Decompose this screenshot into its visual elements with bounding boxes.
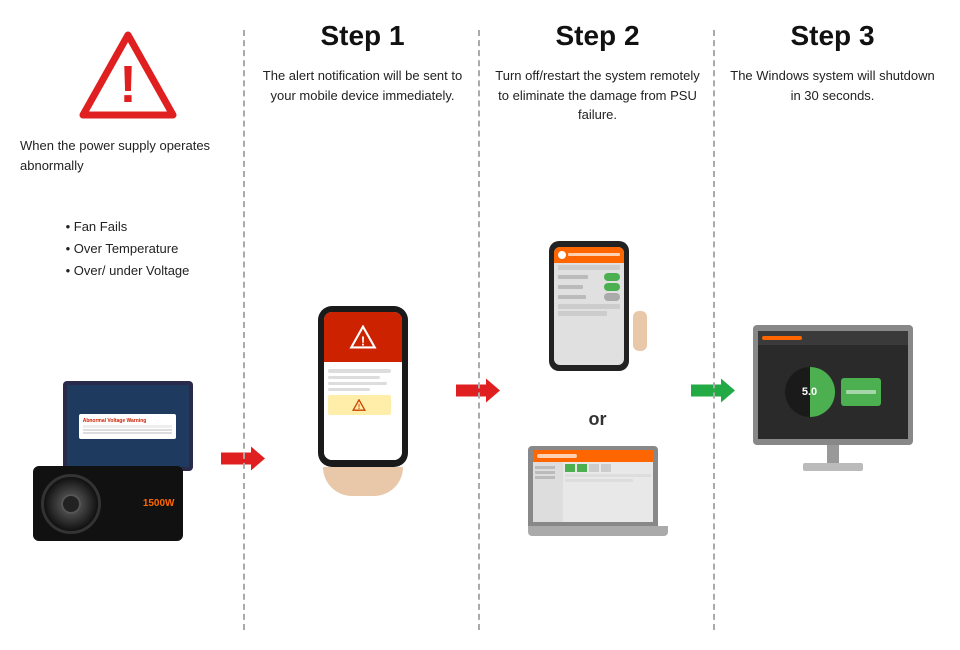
- hand-shape: [323, 467, 403, 496]
- laptop-content: [533, 462, 653, 522]
- status-grey-2: [601, 464, 611, 472]
- tp-row-1: [554, 272, 624, 282]
- tp-row-2: [554, 282, 624, 292]
- main-container: ! When the power supply operates abnorma…: [0, 0, 960, 650]
- screen-warning-content: Abnormal Voltage Warning: [67, 385, 189, 467]
- gauge-value: 5.0: [802, 386, 817, 398]
- phone-in-hand: ! !: [303, 296, 423, 496]
- ls-item-2: [535, 471, 555, 474]
- psu-box: 1500W: [33, 466, 183, 541]
- step3-description: The Windows system will shutdown in 30 s…: [725, 66, 940, 136]
- touch-phone: [549, 241, 629, 371]
- tp-toggle-2: [604, 283, 620, 291]
- screen-warning-title: Abnormal Voltage Warning: [83, 418, 173, 424]
- touch-phone-container: [533, 241, 663, 401]
- screen-warning-box: Abnormal Voltage Warning: [79, 414, 177, 439]
- status-grey: [589, 464, 599, 472]
- monitor-stand-neck: [827, 445, 839, 463]
- tp-line-1: [558, 265, 620, 270]
- bullet-over-voltage: Over/ under Voltage: [66, 260, 190, 282]
- step1-column: Step 1 The alert notification will be se…: [245, 20, 480, 640]
- svg-text:!: !: [360, 334, 364, 349]
- software-titlebar: [758, 331, 908, 345]
- monitor-display: Abnormal Voltage Warning: [63, 381, 193, 471]
- step1-description: The alert notification will be sent to y…: [255, 66, 470, 136]
- status-green-2: [577, 464, 587, 472]
- tp-item-label: [558, 275, 588, 279]
- laptop-sidebar: [533, 462, 563, 522]
- tp-icon: [558, 251, 566, 259]
- laptop-url-bar: [537, 454, 577, 458]
- step2-column: Step 2 Turn off/restart the system remot…: [480, 20, 715, 640]
- monitor-stand-base: [803, 463, 863, 471]
- tp-header: [554, 247, 624, 263]
- laptop-screen-inner: [533, 450, 653, 522]
- phone-small-warning: !: [352, 399, 366, 411]
- psu-label: 1500W: [143, 498, 175, 509]
- touch-phone-screen: [554, 247, 624, 365]
- phone-alert-triangle: !: [349, 325, 377, 349]
- bullet-over-temp: Over Temperature: [66, 238, 190, 260]
- svg-text:!: !: [119, 56, 136, 114]
- status-line: [846, 390, 876, 394]
- step3-title: Step 3: [790, 20, 874, 52]
- finger-shape: [633, 311, 647, 351]
- tp-toggle-3: [604, 293, 620, 301]
- intro-column: ! When the power supply operates abnorma…: [10, 20, 245, 640]
- desktop-monitor-screen: 5.0: [758, 331, 908, 439]
- status-green-panel: [841, 378, 881, 406]
- software-title-text: [762, 336, 802, 340]
- laptop-shape: [528, 446, 668, 546]
- software-body: 5.0: [758, 345, 908, 439]
- gauge-display: 5.0: [785, 367, 835, 417]
- ls-item-3: [535, 476, 555, 479]
- tp-toggle-1: [604, 273, 620, 281]
- laptop-base: [528, 526, 668, 536]
- bullet-list: Fan Fails Over Temperature Over/ under V…: [66, 216, 190, 282]
- psu-fan-circle: [41, 474, 101, 534]
- psu-image-area: Abnormal Voltage Warning: [20, 282, 235, 640]
- tp-line-3: [558, 311, 607, 316]
- warning-triangle-icon: !: [78, 30, 178, 120]
- psu-device: Abnormal Voltage Warning: [33, 381, 223, 541]
- desktop-monitor-group: 5.0: [753, 315, 913, 471]
- ls-item: [535, 466, 555, 469]
- desktop-monitor: 5.0: [753, 325, 913, 445]
- bullet-fan-fails: Fan Fails: [66, 216, 190, 238]
- step3-image-area: 5.0: [725, 146, 940, 640]
- status-green: [565, 464, 575, 472]
- step1-title: Step 1: [320, 20, 404, 52]
- phone-content-area: !: [324, 362, 402, 460]
- tp-item-label-2: [558, 285, 583, 289]
- tp-row-3: [554, 292, 624, 302]
- laptop-status-row: [565, 464, 651, 472]
- or-label: or: [589, 409, 607, 430]
- monitor-software: 5.0: [758, 331, 908, 439]
- monitor-screen: Abnormal Voltage Warning: [67, 385, 189, 467]
- step1-image-area: ! !: [255, 146, 470, 640]
- phone-touch-group: [549, 241, 647, 371]
- svg-text:!: !: [358, 404, 360, 411]
- step2-description: Turn off/restart the system remotely to …: [490, 66, 705, 136]
- laptop-screen-area: [528, 446, 658, 526]
- l-line-2: [565, 479, 634, 482]
- step2-image-area: or: [490, 146, 705, 640]
- laptop-main: [563, 462, 653, 522]
- phone-body: ! !: [318, 306, 408, 468]
- tp-title-line: [568, 253, 620, 256]
- tp-line-2: [558, 304, 620, 309]
- laptop-browser-bar: [533, 450, 653, 462]
- l-line: [565, 474, 651, 477]
- step2-title: Step 2: [555, 20, 639, 52]
- phone-alert-bar: !: [324, 312, 402, 362]
- tp-item-label-3: [558, 295, 586, 299]
- phone-screen: ! !: [324, 312, 402, 460]
- intro-description: When the power supply operates abnormall…: [20, 136, 235, 206]
- step3-column: Step 3 The Windows system will shutdown …: [715, 20, 950, 640]
